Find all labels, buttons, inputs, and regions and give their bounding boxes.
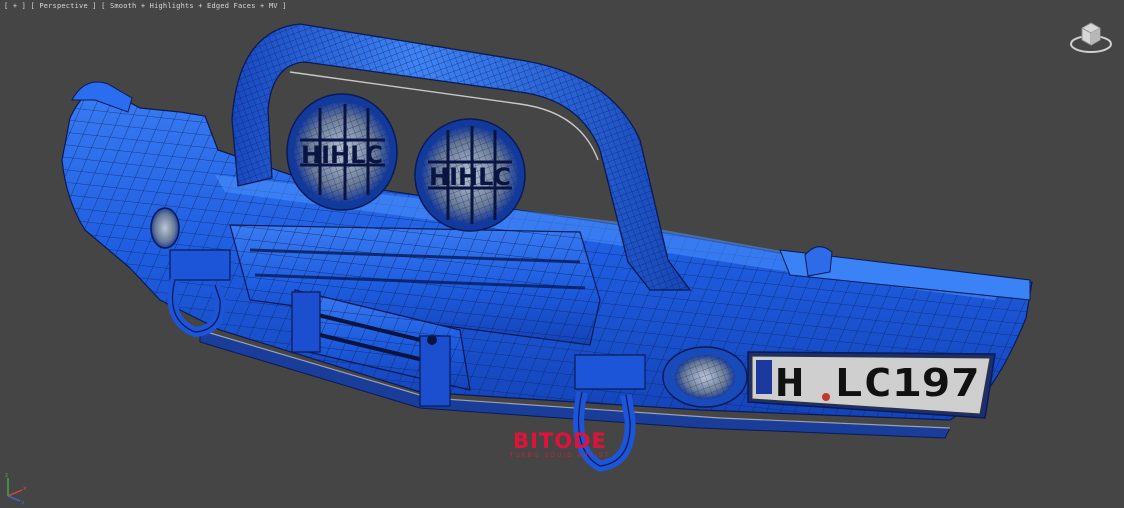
3d-viewport[interactable]: [ + ] [ Perspective ] [ Smooth + Highlig… [0, 0, 1124, 508]
svg-text:x: x [23, 485, 27, 492]
watermark: BITODE TURBO SQUID ARTIST [480, 430, 640, 460]
viewcube-icon[interactable] [1066, 16, 1116, 56]
plate-text: H LC197 [775, 361, 980, 405]
axis-tripod-icon: x z y [5, 472, 27, 506]
fog-light-left [150, 207, 180, 249]
svg-text:y: y [21, 499, 25, 506]
light-badge-right: HIHLC [429, 163, 511, 191]
fog-light-right [662, 346, 748, 408]
watermark-logo: BITODE [513, 429, 607, 453]
watermark-tagline: TURBO SQUID ARTIST [509, 452, 611, 459]
driving-light-left: HIHLC [286, 93, 398, 211]
light-badge-left: HIHLC [301, 141, 383, 169]
driving-light-right: HIHLC [414, 118, 526, 232]
svg-text:z: z [5, 472, 8, 479]
